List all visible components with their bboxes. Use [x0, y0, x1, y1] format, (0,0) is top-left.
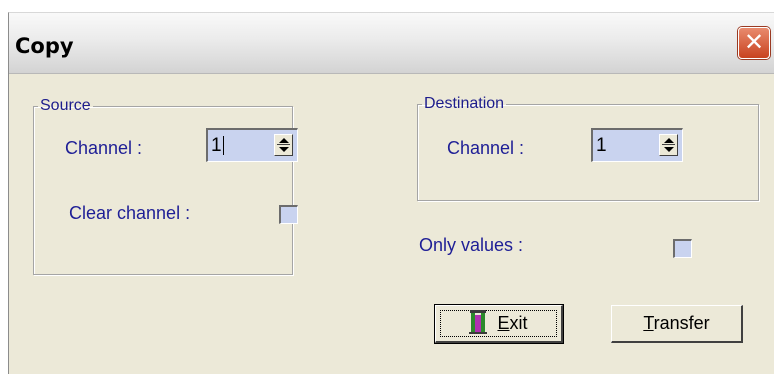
- focus-rectangle: [440, 310, 557, 337]
- close-icon: ✕: [743, 28, 765, 56]
- transfer-mnemonic: T: [643, 313, 654, 333]
- destination-channel-value: 1: [596, 135, 607, 156]
- copy-dialog: Copy ✕ Source Channel : 1 Clear channel …: [8, 12, 774, 374]
- destination-channel-stepper[interactable]: [659, 134, 678, 156]
- exit-door-icon: [469, 310, 488, 335]
- source-group: Source: [33, 97, 293, 275]
- title-bar[interactable]: Copy ✕: [9, 13, 774, 74]
- exit-button[interactable]: Exit: [434, 304, 564, 344]
- source-legend: Source: [40, 97, 91, 114]
- source-channel-label: Channel :: [65, 138, 143, 158]
- transfer-label: ransfer: [653, 313, 710, 333]
- arrow-down-icon[interactable]: [664, 147, 674, 152]
- only-values-checkbox[interactable]: [673, 239, 692, 258]
- clear-channel-checkbox[interactable]: [279, 205, 298, 224]
- source-channel-spinner[interactable]: 1: [206, 128, 298, 162]
- source-channel-stepper[interactable]: [274, 134, 293, 156]
- destination-channel-spinner[interactable]: 1: [591, 128, 683, 162]
- arrow-up-icon[interactable]: [664, 138, 674, 143]
- source-channel-value: 1: [211, 135, 222, 156]
- destination-channel-label: Channel :: [447, 138, 525, 158]
- arrow-up-icon[interactable]: [279, 138, 289, 143]
- transfer-button[interactable]: Transfer: [611, 305, 743, 343]
- arrow-down-icon[interactable]: [279, 147, 289, 152]
- destination-legend: Destination: [424, 95, 505, 112]
- text-caret: [222, 136, 224, 156]
- window-title: Copy: [15, 34, 74, 58]
- close-button[interactable]: ✕: [738, 27, 770, 59]
- clear-channel-label: Clear channel :: [69, 203, 191, 223]
- only-values-label: Only values :: [419, 235, 524, 255]
